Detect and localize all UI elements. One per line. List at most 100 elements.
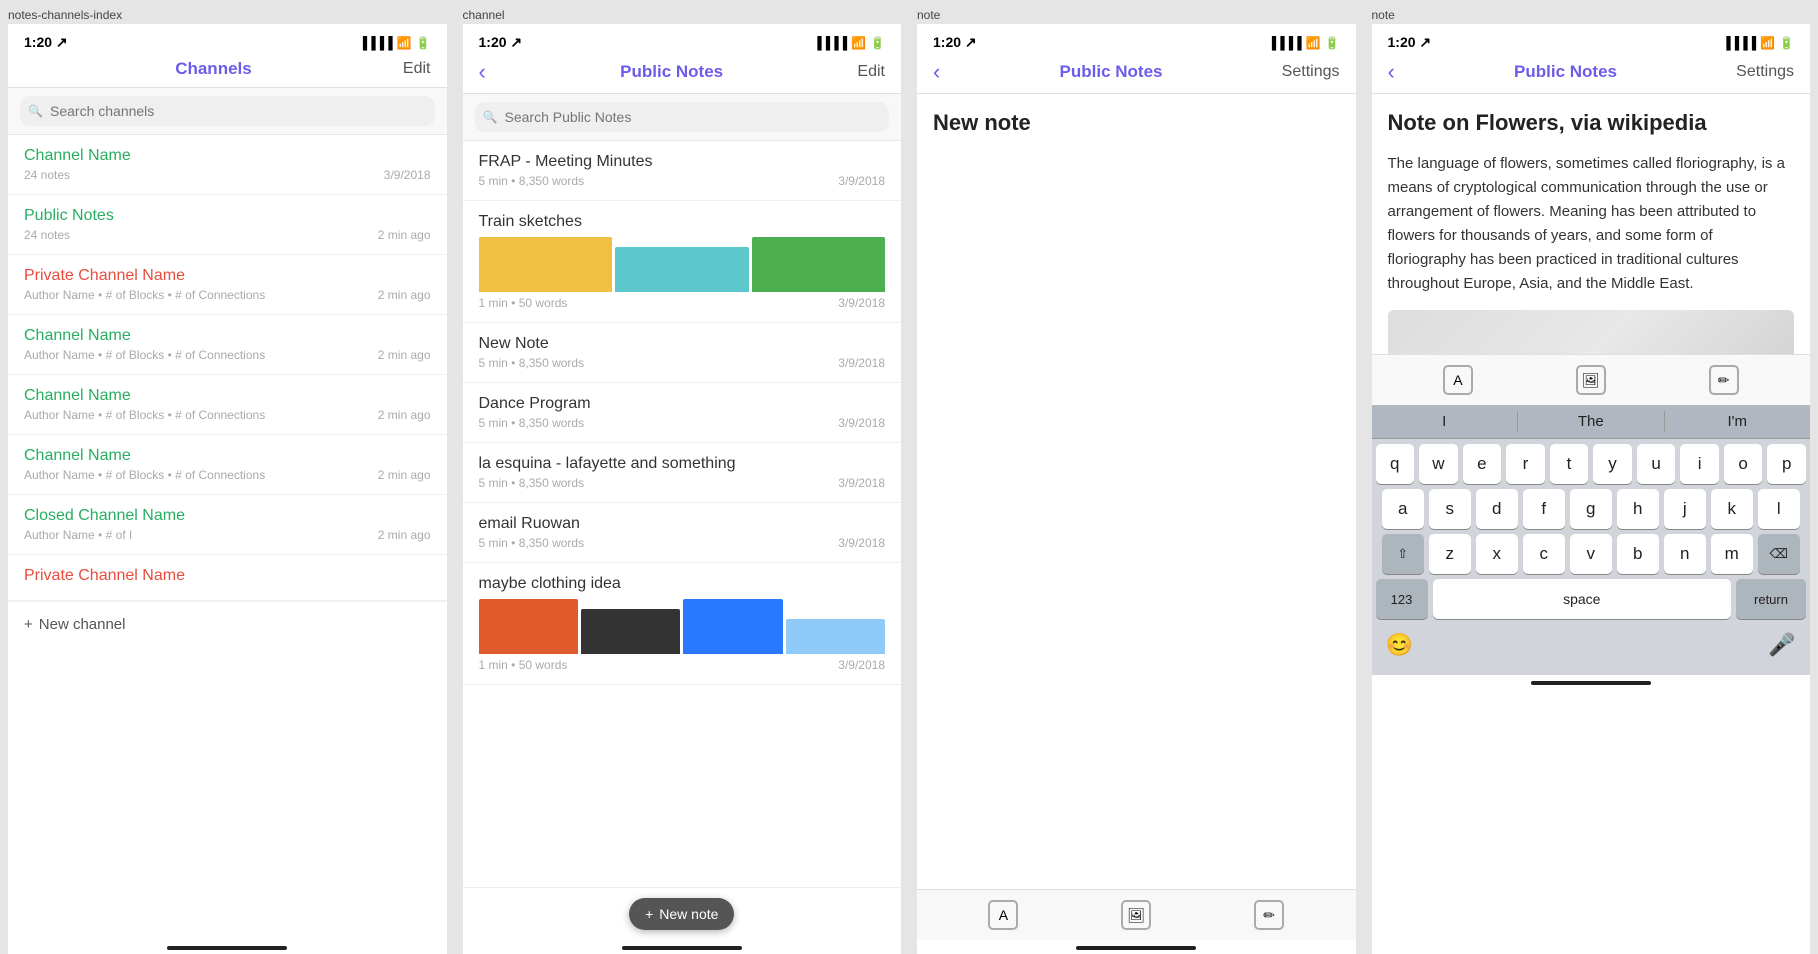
image-icon[interactable]: 🖼	[1121, 900, 1151, 930]
channel-title: Channel Name	[24, 327, 431, 345]
note-meta: 5 min • 8,350 words 3/9/2018	[479, 476, 886, 490]
channel-meta: 24 notes 3/9/2018	[24, 168, 431, 182]
emoji-key[interactable]: 😊	[1382, 627, 1418, 663]
key-f[interactable]: f	[1523, 489, 1565, 529]
new-note-bar: + New note	[463, 887, 902, 940]
new-channel-plus: +	[24, 616, 33, 633]
search-bar	[463, 94, 902, 141]
nav-action-button[interactable]: Edit	[403, 60, 431, 78]
key-i[interactable]: i	[1680, 444, 1719, 484]
signal-icon: ▐▐▐▐	[813, 36, 847, 50]
key-return[interactable]: return	[1736, 579, 1806, 619]
screen-label: note	[909, 0, 1364, 24]
key-b[interactable]: b	[1617, 534, 1659, 574]
key-g[interactable]: g	[1570, 489, 1612, 529]
suggestion-im[interactable]: I'm	[1665, 411, 1811, 432]
back-button[interactable]: ‹	[479, 59, 486, 85]
channel-list-item[interactable]: Closed Channel Name Author Name • # of I…	[8, 495, 447, 555]
suggestion-i[interactable]: I	[1372, 411, 1519, 432]
nav-bar: ‹ Public Notes Settings	[1372, 55, 1811, 94]
note-list-item[interactable]: New Note 5 min • 8,350 words 3/9/2018	[463, 323, 902, 383]
key-space[interactable]: space	[1433, 579, 1732, 619]
key-k[interactable]: k	[1711, 489, 1753, 529]
channel-date: 2 min ago	[378, 348, 431, 362]
channel-list-item[interactable]: Channel Name Author Name • # of Blocks •…	[8, 375, 447, 435]
phone-frame: 1:20 ↗ ▐▐▐▐ 📶 🔋 ‹ Public Notes Settings …	[1372, 24, 1811, 954]
key-w[interactable]: w	[1419, 444, 1458, 484]
key-123[interactable]: 123	[1376, 579, 1428, 619]
channel-list-item[interactable]: Private Channel Name	[8, 555, 447, 601]
note-title: Dance Program	[479, 395, 886, 413]
channel-date: 3/9/2018	[384, 168, 431, 182]
key-e[interactable]: e	[1463, 444, 1502, 484]
keyboard-suggestions: I The I'm	[1372, 405, 1811, 439]
nav-bar: ‹ Public Notes Settings	[917, 55, 1356, 94]
key-m[interactable]: m	[1711, 534, 1753, 574]
keyboard-row-0: qwertyuiop	[1372, 439, 1811, 484]
key-y[interactable]: y	[1593, 444, 1632, 484]
back-button[interactable]: ‹	[1388, 59, 1395, 85]
key-c[interactable]: c	[1523, 534, 1565, 574]
channel-list-item[interactable]: Private Channel Name Author Name • # of …	[8, 255, 447, 315]
channel-list-item[interactable]: Channel Name Author Name • # of Blocks •…	[8, 315, 447, 375]
edit-icon[interactable]: ✏	[1254, 900, 1284, 930]
chart-bar	[479, 599, 578, 654]
note-list-item[interactable]: FRAP - Meeting Minutes 5 min • 8,350 wor…	[463, 141, 902, 201]
note-list-item[interactable]: Train sketches 1 min • 50 words 3/9/2018	[463, 201, 902, 323]
note-stats: 1 min • 50 words	[479, 658, 568, 672]
image-icon[interactable]: 🖼	[1576, 365, 1606, 395]
key-s[interactable]: s	[1429, 489, 1471, 529]
search-input[interactable]	[20, 96, 435, 126]
key-p[interactable]: p	[1767, 444, 1806, 484]
note-title: FRAP - Meeting Minutes	[479, 153, 886, 171]
chart-bar	[615, 247, 749, 292]
key-backspace[interactable]: ⌫	[1758, 534, 1800, 574]
note-list-item[interactable]: email Ruowan 5 min • 8,350 words 3/9/201…	[463, 503, 902, 563]
keyboard: I The I'm qwertyuiop asdfghjkl ⇧zxcvbnm⌫ 1…	[1372, 405, 1811, 675]
search-input[interactable]	[475, 102, 890, 132]
note-title: New Note	[479, 335, 886, 353]
note-list-item[interactable]: maybe clothing idea 1 min • 50 words 3/9…	[463, 563, 902, 685]
channel-list: Channel Name 24 notes 3/9/2018 Public No…	[8, 135, 447, 940]
key-j[interactable]: j	[1664, 489, 1706, 529]
key-q[interactable]: q	[1376, 444, 1415, 484]
text-format-icon[interactable]: A	[988, 900, 1018, 930]
key-h[interactable]: h	[1617, 489, 1659, 529]
nav-action-button[interactable]: Settings	[1282, 63, 1340, 81]
key-u[interactable]: u	[1637, 444, 1676, 484]
key-shift[interactable]: ⇧	[1382, 534, 1424, 574]
key-z[interactable]: z	[1429, 534, 1471, 574]
key-d[interactable]: d	[1476, 489, 1518, 529]
key-n[interactable]: n	[1664, 534, 1706, 574]
key-a[interactable]: a	[1382, 489, 1424, 529]
new-note-button[interactable]: + New note	[629, 898, 734, 930]
mic-key[interactable]: 🎤	[1764, 627, 1800, 663]
back-button[interactable]: ‹	[933, 59, 940, 85]
channel-list-item[interactable]: Channel Name Author Name • # of Blocks •…	[8, 435, 447, 495]
wifi-icon: 📶	[397, 36, 412, 50]
key-r[interactable]: r	[1506, 444, 1545, 484]
channel-list-item[interactable]: Public Notes 24 notes 2 min ago	[8, 195, 447, 255]
bottom-toolbar: A 🖼 ✏	[1372, 354, 1811, 405]
channel-list-item[interactable]: Channel Name 24 notes 3/9/2018	[8, 135, 447, 195]
note-body: The language of flowers, sometimes calle…	[1388, 152, 1795, 296]
phone-frame: 1:20 ↗ ▐▐▐▐ 📶 🔋 Channels Edit Channel Na…	[8, 24, 447, 954]
battery-icon: 🔋	[870, 36, 885, 50]
key-o[interactable]: o	[1724, 444, 1763, 484]
home-bar	[622, 946, 742, 950]
new-channel-button[interactable]: + New channel	[8, 601, 447, 647]
key-x[interactable]: x	[1476, 534, 1518, 574]
key-v[interactable]: v	[1570, 534, 1612, 574]
key-t[interactable]: t	[1550, 444, 1589, 484]
screen-channels-index: notes-channels-index 1:20 ↗ ▐▐▐▐ 📶 🔋 Cha…	[0, 0, 455, 954]
note-meta: 1 min • 50 words 3/9/2018	[479, 658, 886, 672]
nav-action-button[interactable]: Edit	[857, 63, 885, 81]
key-l[interactable]: l	[1758, 489, 1800, 529]
nav-action-button[interactable]: Settings	[1736, 63, 1794, 81]
text-format-icon[interactable]: A	[1443, 365, 1473, 395]
suggestion-the[interactable]: The	[1518, 411, 1665, 432]
edit-icon[interactable]: ✏	[1709, 365, 1739, 395]
note-list-item[interactable]: la esquina - lafayette and something 5 m…	[463, 443, 902, 503]
note-date: 3/9/2018	[838, 296, 885, 310]
note-list-item[interactable]: Dance Program 5 min • 8,350 words 3/9/20…	[463, 383, 902, 443]
